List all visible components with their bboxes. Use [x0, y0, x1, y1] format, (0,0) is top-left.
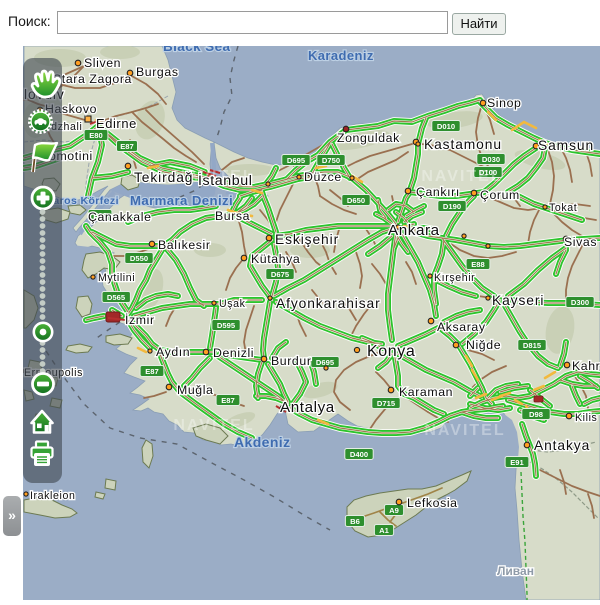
svg-text:Kastamonu: Kastamonu	[424, 137, 502, 152]
svg-text:Konya: Konya	[367, 343, 415, 360]
svg-text:D550: D550	[130, 254, 148, 263]
svg-text:Karaman: Karaman	[399, 385, 453, 399]
svg-text:Tekirdağ: Tekirdağ	[134, 170, 193, 185]
svg-text:Düzce: Düzce	[304, 170, 342, 184]
svg-text:Kahramanm: Kahramanm	[572, 359, 600, 373]
svg-text:Balıkesir: Balıkesir	[158, 238, 211, 252]
svg-text:D190: D190	[443, 202, 461, 211]
svg-text:A1: A1	[379, 526, 389, 535]
svg-text:Kilis: Kilis	[575, 412, 597, 424]
svg-text:Aydın: Aydın	[156, 345, 190, 359]
svg-text:Ankara: Ankara	[388, 222, 440, 239]
svg-text:E87: E87	[120, 142, 134, 151]
svg-text:Uşak: Uşak	[219, 298, 246, 310]
svg-text:E88: E88	[471, 260, 485, 269]
svg-text:Lefkosia: Lefkosia	[407, 496, 458, 510]
svg-text:B6: B6	[350, 517, 360, 526]
svg-text:Edirne: Edirne	[96, 116, 137, 131]
svg-text:Niğde: Niğde	[466, 338, 501, 352]
svg-text:Eskişehir: Eskişehir	[275, 232, 339, 247]
svg-text:D010: D010	[437, 122, 455, 131]
svg-text:E87: E87	[221, 396, 235, 405]
svg-text:Çanakkale: Çanakkale	[88, 210, 152, 224]
svg-text:Kırşehir: Kırşehir	[434, 272, 475, 284]
svg-text:D695: D695	[287, 156, 306, 165]
svg-text:Burgas: Burgas	[136, 65, 179, 79]
svg-text:A9: A9	[389, 506, 399, 515]
svg-text:D815: D815	[523, 341, 542, 350]
svg-text:Sliven: Sliven	[84, 56, 121, 70]
svg-text:D400: D400	[350, 450, 368, 459]
svg-text:D675: D675	[271, 270, 290, 279]
svg-text:Ливан: Ливан	[497, 564, 534, 578]
svg-text:Sivas: Sivas	[564, 235, 597, 249]
svg-text:Antakya: Antakya	[534, 438, 590, 453]
svg-text:Mytilini: Mytilini	[98, 272, 135, 284]
svg-text:D565: D565	[107, 293, 126, 302]
svg-text:D98: D98	[529, 410, 543, 419]
svg-text:Antalya: Antalya	[280, 399, 335, 416]
svg-text:Sinop: Sinop	[487, 96, 521, 110]
svg-text:Aksaray: Aksaray	[437, 320, 486, 334]
svg-text:Çankırı: Çankırı	[416, 185, 460, 199]
svg-text:E80: E80	[89, 131, 103, 140]
svg-text:NAVITEL: NAVITEL	[421, 168, 502, 185]
svg-text:E91: E91	[510, 458, 524, 467]
svg-text:NAVITEL: NAVITEL	[173, 417, 254, 434]
svg-text:D750: D750	[322, 156, 340, 165]
svg-text:Çorum: Çorum	[480, 188, 520, 202]
svg-text:D595: D595	[217, 321, 236, 330]
svg-text:Afyonkarahisar: Afyonkarahisar	[276, 296, 381, 311]
svg-text:Bursa: Bursa	[215, 209, 250, 223]
svg-text:İstanbul: İstanbul	[198, 171, 253, 189]
svg-text:NAVITEL: NAVITEL	[424, 422, 505, 439]
svg-text:Denizli: Denizli	[213, 346, 254, 360]
svg-text:E87: E87	[145, 367, 159, 376]
svg-text:Marmara Denizi: Marmara Denizi	[130, 193, 233, 208]
svg-text:İzmir: İzmir	[125, 313, 155, 327]
svg-text:Samsun: Samsun	[538, 138, 594, 153]
svg-text:Tokat: Tokat	[549, 202, 577, 214]
svg-text:Akdeniz: Akdeniz	[234, 434, 290, 450]
svg-text:Kayseri: Kayseri	[492, 293, 544, 308]
svg-text:Burdur: Burdur	[271, 354, 312, 368]
svg-text:D030: D030	[482, 155, 500, 164]
svg-text:Zonguldak: Zonguldak	[337, 131, 400, 145]
svg-text:Black Sea: Black Sea	[163, 46, 230, 54]
svg-text:D650: D650	[347, 196, 365, 205]
svg-text:Kütahya: Kütahya	[251, 252, 300, 266]
svg-text:D715: D715	[377, 399, 396, 408]
svg-text:Karadeniz: Karadeniz	[308, 48, 374, 63]
svg-text:D300: D300	[571, 298, 589, 307]
svg-text:Muğla: Muğla	[177, 383, 214, 397]
